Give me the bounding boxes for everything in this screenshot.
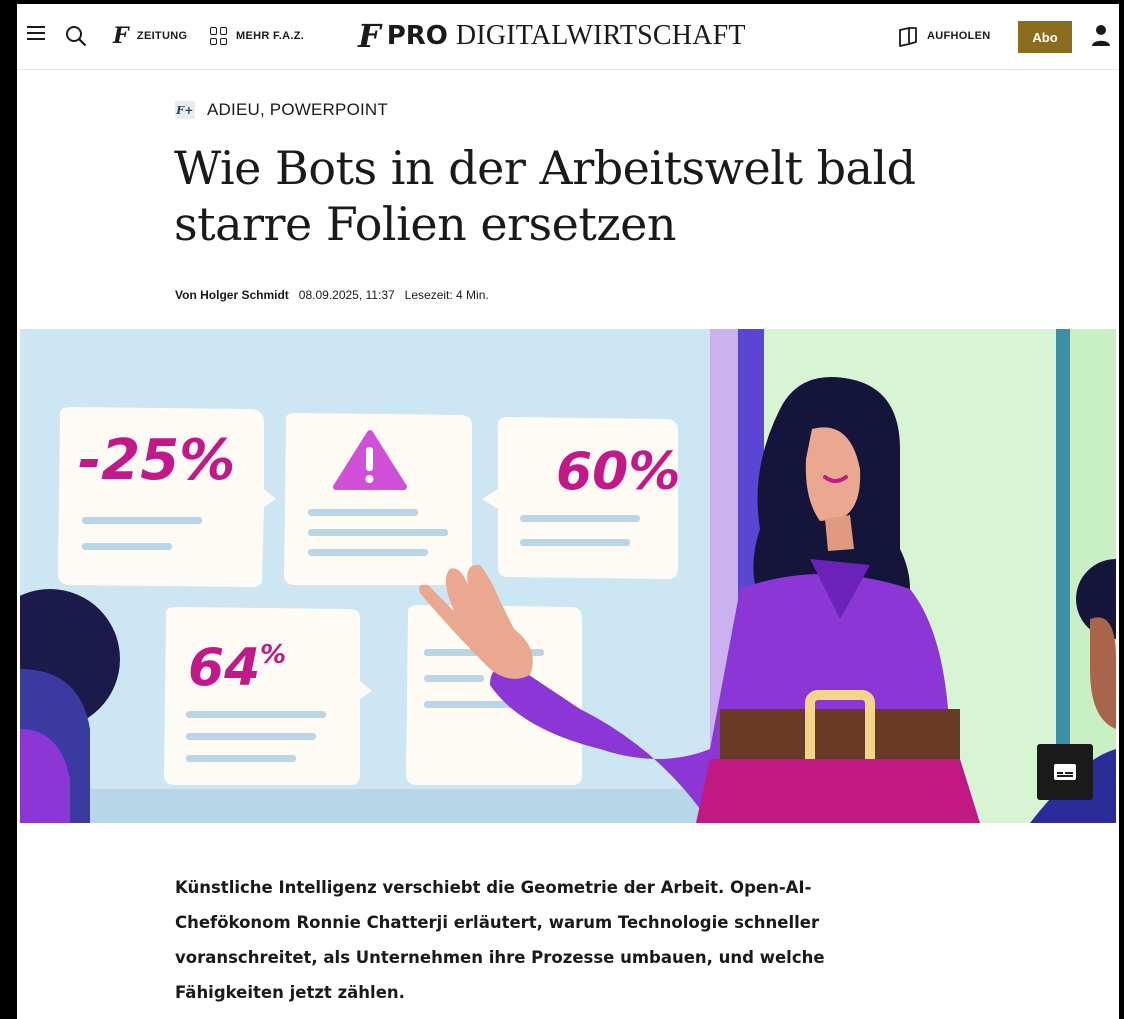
mehr-faz-label: MEHR F.A.Z. bbox=[236, 30, 305, 42]
article-kicker: F+ ADIEU, POWERPOINT bbox=[175, 100, 388, 120]
illustration-svg: -25% 60% 64 % bbox=[20, 329, 1116, 823]
grid-icon bbox=[210, 27, 228, 45]
image-caption-toggle-button[interactable] bbox=[1037, 744, 1093, 800]
logo-f-mark: F bbox=[358, 17, 381, 55]
card-3-value: 64 bbox=[188, 638, 260, 698]
hero-illustration: -25% 60% 64 % bbox=[20, 329, 1116, 823]
fplus-badge-icon: F+ bbox=[175, 101, 195, 119]
abo-button[interactable]: Abo bbox=[1018, 21, 1072, 53]
article-lead: Künstliche Intelligenz verschiebt die Ge… bbox=[175, 878, 825, 1002]
user-account-icon[interactable] bbox=[1091, 24, 1111, 48]
mehr-faz-link[interactable]: MEHR F.A.Z. bbox=[210, 25, 304, 47]
card-1-value: -25% bbox=[78, 428, 235, 493]
top-navigation: F ZEITUNG MEHR F.A.Z. F PRO DIGITALWIRTS… bbox=[17, 4, 1119, 70]
logo-pro: PRO bbox=[386, 21, 448, 51]
zeitung-label: ZEITUNG bbox=[136, 30, 188, 42]
zeitung-link[interactable]: F ZEITUNG bbox=[113, 25, 187, 47]
hamburger-menu-icon[interactable] bbox=[27, 26, 45, 42]
publish-date: 08.09.2025, 11:37 bbox=[298, 288, 395, 302]
page: F ZEITUNG MEHR F.A.Z. F PRO DIGITALWIRTS… bbox=[17, 4, 1119, 1019]
caption-icon bbox=[1054, 764, 1076, 780]
author[interactable]: Von Holger Schmidt bbox=[175, 288, 289, 302]
logo-section: DIGITALWIRTSCHAFT bbox=[455, 20, 746, 51]
faz-f-icon: F bbox=[113, 23, 129, 49]
article-title: Wie Bots in der Arbeitswelt bald starre … bbox=[174, 141, 916, 251]
card-3-percent: % bbox=[260, 640, 286, 670]
reading-time: Lesezeit: 4 Min. bbox=[404, 288, 489, 302]
article-byline: Von Holger Schmidt 08.09.2025, 11:37 Les… bbox=[175, 288, 489, 302]
bookmark-tablet-icon bbox=[899, 27, 917, 47]
card-2-value: 60% bbox=[556, 442, 680, 502]
kicker-text: ADIEU, POWERPOINT bbox=[207, 100, 388, 119]
aufholen-label: AUFHOLEN bbox=[927, 30, 991, 42]
aufholen-link[interactable]: AUFHOLEN bbox=[897, 24, 991, 48]
search-icon[interactable] bbox=[65, 24, 89, 48]
slide-card-2 bbox=[284, 413, 472, 585]
site-logo[interactable]: F PRO DIGITALWIRTSCHAFT bbox=[358, 18, 746, 54]
